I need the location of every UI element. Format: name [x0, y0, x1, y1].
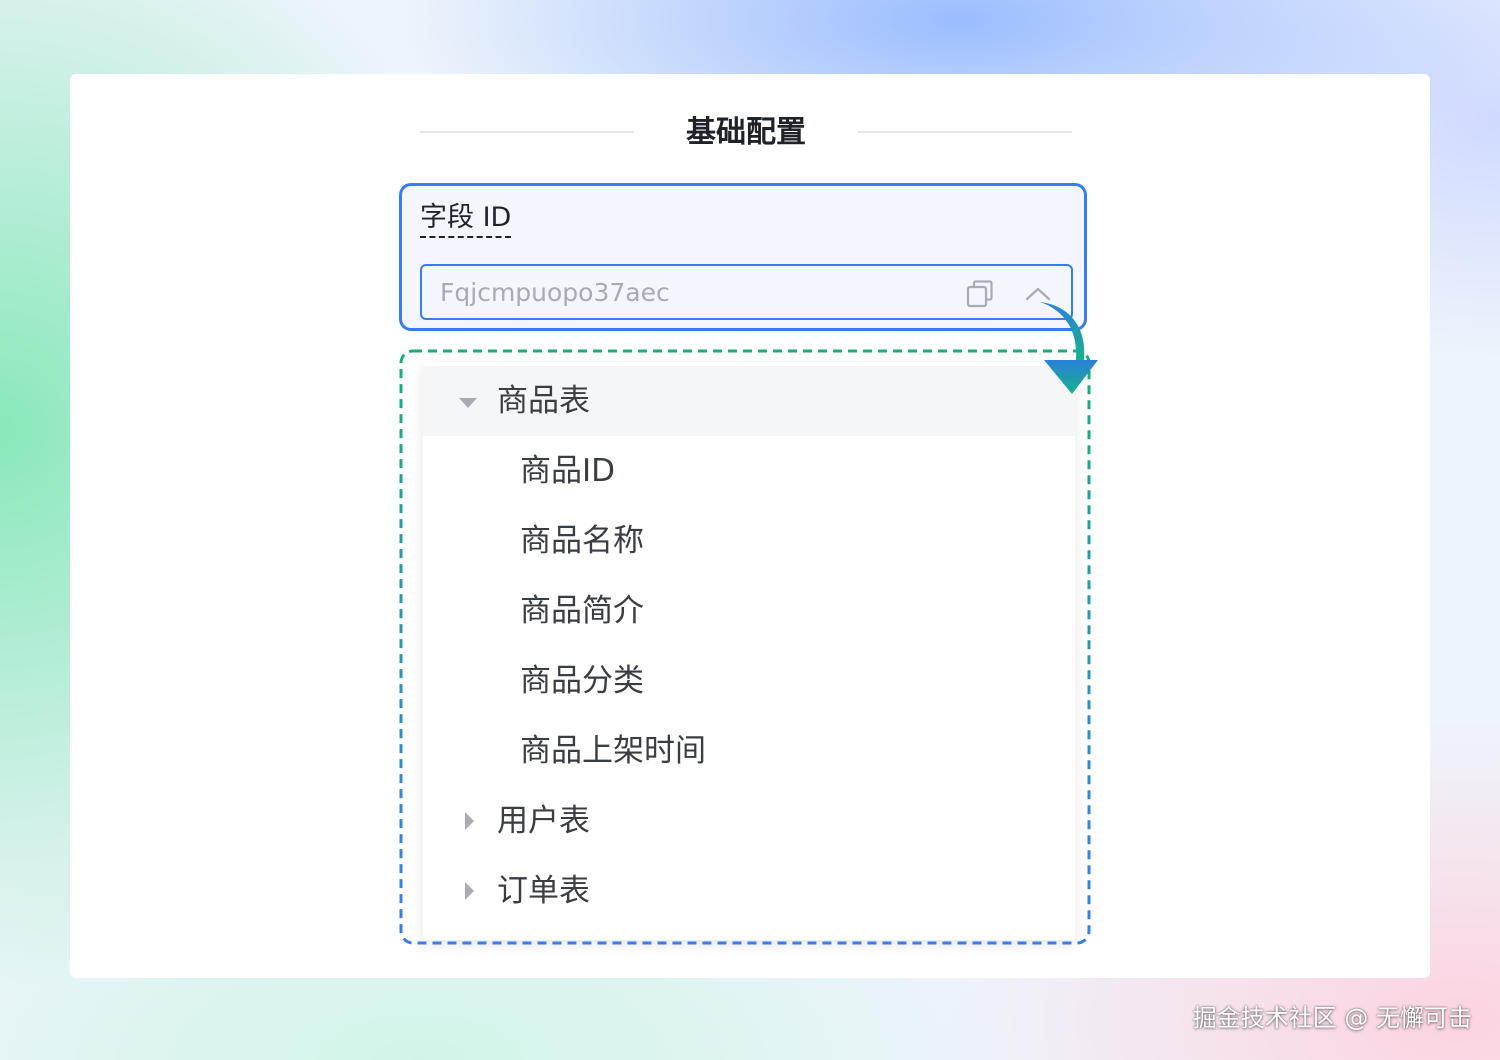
- dropdown-highlight-frame: [399, 349, 1091, 945]
- dropdown-caret: [737, 338, 757, 348]
- field-id-label: 字段 ID: [420, 200, 512, 238]
- section-title: 基础配置: [686, 115, 806, 150]
- copy-icon[interactable]: [964, 278, 996, 310]
- section-divider-left: [420, 131, 634, 133]
- pointer-arrow-icon: [1040, 302, 1098, 394]
- watermark: 掘金技术社区 @ 无懈可击: [1192, 1004, 1472, 1032]
- field-id-select-value: Fqjcmpuopo37aec: [440, 278, 670, 307]
- section-divider-right: [858, 131, 1072, 133]
- field-id-select[interactable]: Fqjcmpuopo37aec: [420, 264, 1073, 320]
